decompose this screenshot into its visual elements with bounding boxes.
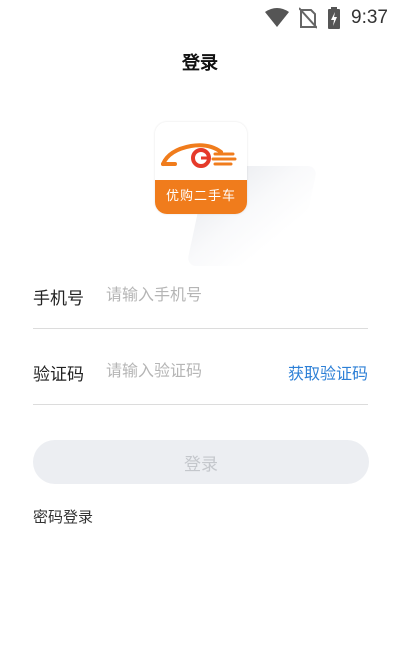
battery-charging-icon <box>327 7 341 29</box>
page-title: 登录 <box>182 53 218 74</box>
no-sim-icon <box>299 7 318 29</box>
logo-tile: 优购二手车 <box>155 122 247 214</box>
car-logo-icon <box>161 143 237 168</box>
logo-brand-text: 优购二手车 <box>155 180 247 214</box>
code-label: 验证码 <box>33 365 84 385</box>
status-bar: 9:37 <box>0 0 400 36</box>
get-code-button[interactable]: 获取验证码 <box>288 360 368 384</box>
login-button[interactable]: 登录 <box>33 440 369 484</box>
phone-label: 手机号 <box>33 289 84 309</box>
app-logo: 优购二手车 <box>155 122 318 266</box>
wifi-icon <box>265 8 290 28</box>
status-icons: 9:37 <box>265 6 388 30</box>
phone-row: 手机号 <box>33 258 368 329</box>
code-row: 验证码 获取验证码 <box>33 334 368 405</box>
password-login-link[interactable]: 密码登录 <box>33 506 93 527</box>
code-input[interactable] <box>106 356 276 384</box>
status-time: 9:37 <box>351 7 388 28</box>
phone-input[interactable] <box>106 280 276 308</box>
